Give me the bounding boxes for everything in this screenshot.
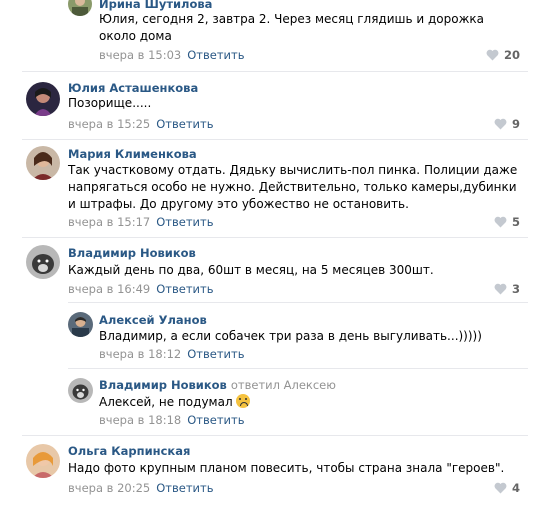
reply-button[interactable]: Ответить <box>156 117 213 131</box>
comment-meta: вчера в 15:17 Ответить <box>68 215 214 229</box>
comment-author: Владимир Новиков ответил Алексею <box>99 378 336 392</box>
like-button[interactable]: 9 <box>494 117 520 131</box>
avatar[interactable] <box>68 0 92 16</box>
reply-button[interactable]: Ответить <box>156 215 213 229</box>
comment-meta: вчера в 16:49 Ответить <box>68 282 214 296</box>
comment-time[interactable]: вчера в 18:18 <box>99 413 181 427</box>
comment-time[interactable]: вчера в 15:17 <box>68 215 150 229</box>
reply-button[interactable]: Ответить <box>156 282 213 296</box>
like-count: 20 <box>503 48 520 62</box>
heart-icon <box>494 216 507 228</box>
heart-icon <box>494 118 507 130</box>
comment-meta: вчера в 20:25 Ответить <box>68 481 214 495</box>
comment-time[interactable]: вчера в 20:25 <box>68 481 150 495</box>
reply-author-link[interactable]: Владимир Новиков <box>99 378 227 392</box>
comment-author[interactable]: Юлия Асташенкова <box>68 81 198 95</box>
comment-author[interactable]: Алексей Уланов <box>99 313 207 327</box>
reply-button[interactable]: Ответить <box>187 347 244 361</box>
heart-icon <box>486 49 499 61</box>
heart-icon <box>494 482 507 494</box>
comment-text: Надо фото крупным планом повесить, чтобы… <box>68 461 505 475</box>
comment-time[interactable]: вчера в 15:03 <box>99 48 181 62</box>
divider <box>22 237 528 238</box>
divider <box>68 368 528 369</box>
comment-author[interactable]: Ирина Шутилова <box>99 0 212 11</box>
comment-time[interactable]: вчера в 15:25 <box>68 117 150 131</box>
like-button[interactable]: 20 <box>486 48 520 62</box>
comment-author[interactable]: Мария Клименкова <box>68 147 197 161</box>
like-button[interactable]: 5 <box>494 215 520 229</box>
like-count: 9 <box>511 117 520 131</box>
heart-icon <box>494 283 507 295</box>
reply-button[interactable]: Ответить <box>187 413 244 427</box>
comment-meta: вчера в 18:12 Ответить <box>99 347 245 361</box>
comment-text: Так участковому отдать. Дядьку вычислить… <box>68 163 518 211</box>
divider <box>68 302 528 303</box>
avatar[interactable] <box>26 245 60 279</box>
comment-author[interactable]: Ольга Карпинская <box>68 444 190 458</box>
like-button[interactable]: 4 <box>494 481 520 495</box>
like-count: 4 <box>511 481 520 495</box>
like-button[interactable]: 3 <box>494 282 520 296</box>
comment-meta: вчера в 15:25 Ответить <box>68 117 214 131</box>
tired-face-emoji-icon <box>236 394 251 408</box>
replied-to[interactable]: ответил Алексею <box>231 378 336 392</box>
comment-text: Алексей, не подумал <box>99 394 519 411</box>
divider <box>22 71 528 72</box>
comment-meta: вчера в 15:03 Ответить <box>99 48 245 62</box>
comment-time[interactable]: вчера в 18:12 <box>99 347 181 361</box>
avatar[interactable] <box>26 82 60 116</box>
comment-text: Позорище..... <box>68 96 152 110</box>
like-count: 3 <box>511 282 520 296</box>
comment-text: Юлия, сегодня 2, завтра 2. Через месяц г… <box>99 12 485 43</box>
comment-author[interactable]: Владимир Новиков <box>68 246 196 260</box>
avatar[interactable] <box>68 378 93 403</box>
divider <box>22 139 528 140</box>
avatar[interactable] <box>68 312 93 337</box>
comment-meta: вчера в 18:18 Ответить <box>99 413 245 427</box>
comment-text: Каждый день по два, 60шт в месяц, на 5 м… <box>68 263 434 277</box>
divider <box>22 435 528 436</box>
avatar[interactable] <box>26 146 60 180</box>
comment-text: Владимир, а если собачек три раза в день… <box>99 329 482 343</box>
avatar[interactable] <box>26 444 60 478</box>
like-count: 5 <box>511 215 520 229</box>
comment-text-body: Алексей, не подумал <box>99 395 233 409</box>
comment-time[interactable]: вчера в 16:49 <box>68 282 150 296</box>
reply-button[interactable]: Ответить <box>156 481 213 495</box>
reply-button[interactable]: Ответить <box>187 48 244 62</box>
